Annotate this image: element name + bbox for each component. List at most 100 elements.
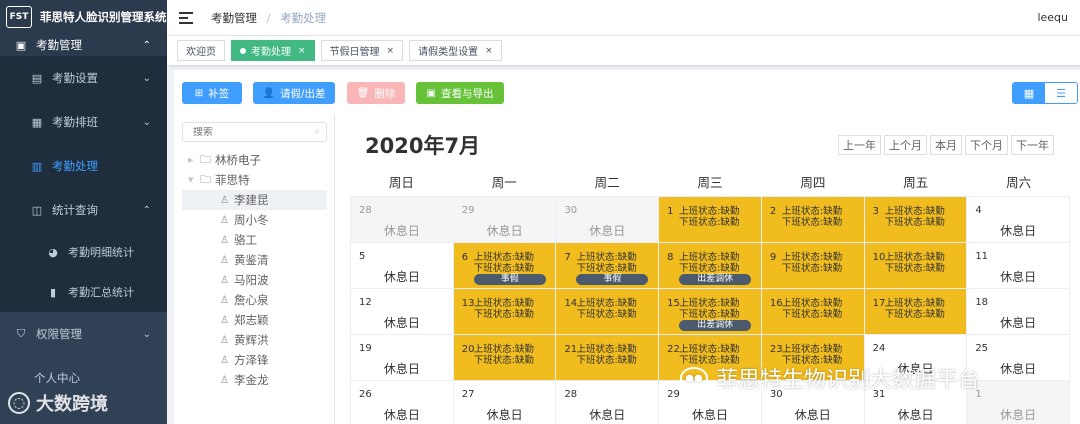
calendar-day-cell[interactable]: 28 休息日 [556, 381, 660, 424]
menu-attendance-process[interactable]: ▥ 考勤处理 [0, 144, 167, 188]
tree-node-person[interactable]: ♙ 周小冬 [182, 210, 327, 230]
grid-view-icon[interactable]: ▦ [1013, 83, 1045, 103]
list-view-icon[interactable]: ☰ [1045, 83, 1077, 103]
calendar-day-cell[interactable]: 1 上班状态:缺勤 下班状态:缺勤 [659, 197, 762, 243]
prev-year-button[interactable]: 上一年 [838, 135, 881, 155]
menu-detail-stats[interactable]: ◕ 考勤明细统计 [0, 232, 167, 272]
calendar-day-cell[interactable]: 16 上班状态:缺勤 下班状态:缺勤 [761, 289, 865, 335]
attendance-status: 上班状态:缺勤 下班状态:缺勤 [885, 298, 945, 320]
calendar-day-cell[interactable]: 14 上班状态:缺勤 下班状态:缺勤 [556, 289, 660, 335]
pie-chart-icon: ◕ [48, 245, 58, 259]
calendar-day-cell[interactable]: 25 休息日 [967, 335, 1071, 381]
attendance-status: 上班状态:缺勤 下班状态:缺勤 [782, 298, 842, 320]
menu-attendance[interactable]: ▣ 考勤管理 ⌃ [0, 34, 167, 56]
user-name[interactable]: leequ [1037, 11, 1068, 24]
day-number: 13 [461, 298, 475, 309]
calendar-day-cell[interactable]: 26 休息日 [351, 381, 454, 424]
tree-search: ⌕ [182, 122, 327, 142]
leave-badge[interactable]: 出差调休 [679, 274, 752, 285]
weekday-label: 周五 [903, 175, 929, 190]
tree-node-person[interactable]: ♙ 郑志颖 [182, 310, 327, 330]
tree-node-person[interactable]: ♙ 方泽锋 [182, 350, 327, 370]
clock-in-status: 上班状态:缺勤 [781, 206, 843, 217]
tab-leave-type-settings[interactable]: 请假类型设置 × [409, 40, 502, 61]
tree-node-person[interactable]: ♙ 李建昆 [182, 190, 327, 210]
tree-node-person[interactable]: ♙ 马阳波 [182, 270, 327, 290]
weekday-label: 周四 [800, 175, 826, 190]
tree-node-company[interactable]: ▶ 🗀 林桥电子 [182, 150, 327, 170]
clock-in-status: 上班状态:缺勤 [679, 298, 740, 309]
calendar-day-cell[interactable]: 27 休息日 [453, 381, 557, 424]
day-number: 24 [872, 343, 886, 354]
calendar-day-cell[interactable]: 17 上班状态:缺勤 下班状态:缺勤 [864, 289, 968, 335]
hamburger-icon[interactable] [179, 11, 193, 24]
calendar-day-cell[interactable]: 8 上班状态:缺勤 下班状态:缺勤 出差调休 [659, 243, 762, 289]
tree-node-person[interactable]: ♙ 骆工 [182, 230, 327, 250]
calendar-week-row: 5 休息日 6 上班状态:缺勤 下班状态:缺勤 事假 7 上班状态:缺勤 下班状态:缺勤 事假 8 上… [351, 243, 1071, 289]
menu-permission[interactable]: ⛉ 权限管理 ⌄ [0, 312, 167, 356]
calendar-day-cell[interactable]: 11 休息日 [967, 243, 1071, 289]
tree-node-company[interactable]: ▼ 🗀 菲思特 [182, 170, 327, 190]
calendar-day-cell[interactable]: 21 上班状态:缺勤 下班状态:缺勤 [556, 335, 660, 381]
clock-out-status: 下班状态:缺勤 [781, 263, 843, 274]
breadcrumb-item[interactable]: 考勤管理 [211, 11, 257, 25]
user-icon: ♙ [220, 334, 229, 346]
calendar-day-cell[interactable]: 1 休息日 [967, 381, 1071, 424]
leave-badge[interactable]: 出差调休 [679, 320, 752, 331]
view-export-button[interactable]: ▣ 查看与导出 [416, 82, 504, 104]
calendar-day-cell[interactable]: 7 上班状态:缺勤 下班状态:缺勤 事假 [556, 243, 660, 289]
calendar-day-cell[interactable]: 15 上班状态:缺勤 下班状态:缺勤 出差调休 [659, 289, 762, 335]
menu-attendance-settings[interactable]: ▤ 考勤设置 ⌄ [0, 56, 167, 100]
this-month-button[interactable]: 本月 [930, 135, 962, 155]
close-icon[interactable]: × [298, 46, 306, 56]
clock-in-status: 上班状态:缺勤 [473, 298, 534, 309]
clock-in-status: 上班状态:缺勤 [576, 252, 637, 263]
watermark-right-text: 菲思特生物识别大数据平台 [716, 368, 981, 393]
delete-button[interactable]: 🗑 删除 [347, 82, 405, 104]
calendar-day-cell[interactable]: 20 上班状态:缺勤 下班状态:缺勤 [453, 335, 557, 381]
next-month-button[interactable]: 下个月 [965, 135, 1008, 155]
day-number: 28 [359, 205, 372, 216]
calendar-day-cell[interactable]: 10 上班状态:缺勤 下班状态:缺勤 [864, 243, 968, 289]
tree-node-person[interactable]: ♙ 黄辉洪 [182, 330, 327, 350]
close-icon[interactable]: × [485, 46, 493, 56]
calendar-day-cell[interactable]: 4 休息日 [967, 197, 1071, 243]
rest-day-label: 休息日 [589, 224, 626, 238]
leave-badge[interactable]: 事假 [473, 274, 546, 285]
tree-node-person[interactable]: ♙ 李金龙 [182, 370, 327, 390]
tab-holiday-management[interactable]: 节假日管理 × [320, 40, 404, 61]
tab-welcome[interactable]: 欢迎页 [177, 40, 225, 61]
tree-node-person[interactable]: ♙ 黄鉴清 [182, 250, 327, 270]
user-icon: ♙ [220, 294, 229, 306]
leave-badge[interactable]: 事假 [576, 274, 649, 285]
calendar-day-cell[interactable]: 2 上班状态:缺勤 下班状态:缺勤 [761, 197, 865, 243]
calendar-day-cell[interactable]: 3 上班状态:缺勤 下班状态:缺勤 [864, 197, 968, 243]
calendar-day-cell[interactable]: 19 休息日 [351, 335, 454, 381]
calendar-day-cell[interactable]: 29 休息日 [453, 197, 557, 243]
rest-day-label: 休息日 [383, 316, 420, 330]
day-number: 26 [359, 389, 372, 400]
menu-attendance-schedule[interactable]: ▦ 考勤排班 ⌄ [0, 100, 167, 144]
prev-month-button[interactable]: 上个月 [884, 135, 927, 155]
tab-attendance-process[interactable]: 考勤处理 × [231, 40, 315, 61]
calendar-day-cell[interactable]: 6 上班状态:缺勤 下班状态:缺勤 事假 [453, 243, 557, 289]
supplement-button[interactable]: ⊞ 补签 [182, 82, 242, 104]
calendar-day-cell[interactable]: 30 休息日 [556, 197, 660, 243]
menu-stats-query[interactable]: ◫ 统计查询 ⌃ [0, 188, 167, 232]
next-year-button[interactable]: 下一年 [1011, 135, 1054, 155]
calendar-day-cell[interactable]: 28 休息日 [351, 197, 454, 243]
clock-in-status: 上班状态:缺勤 [679, 252, 740, 263]
search-input[interactable] [193, 126, 320, 138]
tree-node-person[interactable]: ♙ 詹心泉 [182, 290, 327, 310]
menu-summary-stats[interactable]: ▮ 考勤汇总统计 [0, 272, 167, 312]
day-number: 4 [975, 205, 982, 216]
calendar-day-cell[interactable]: 12 休息日 [351, 289, 454, 335]
weekday-label: 周三 [697, 175, 723, 190]
tree-node-label: 林桥电子 [215, 153, 261, 167]
leave-button[interactable]: 👤 请假/出差 [253, 82, 335, 104]
calendar-day-cell[interactable]: 9 上班状态:缺勤 下班状态:缺勤 [761, 243, 865, 289]
calendar-day-cell[interactable]: 13 上班状态:缺勤 下班状态:缺勤 [453, 289, 557, 335]
calendar-day-cell[interactable]: 5 休息日 [351, 243, 454, 289]
close-icon[interactable]: × [387, 46, 395, 56]
calendar-day-cell[interactable]: 18 休息日 [967, 289, 1071, 335]
